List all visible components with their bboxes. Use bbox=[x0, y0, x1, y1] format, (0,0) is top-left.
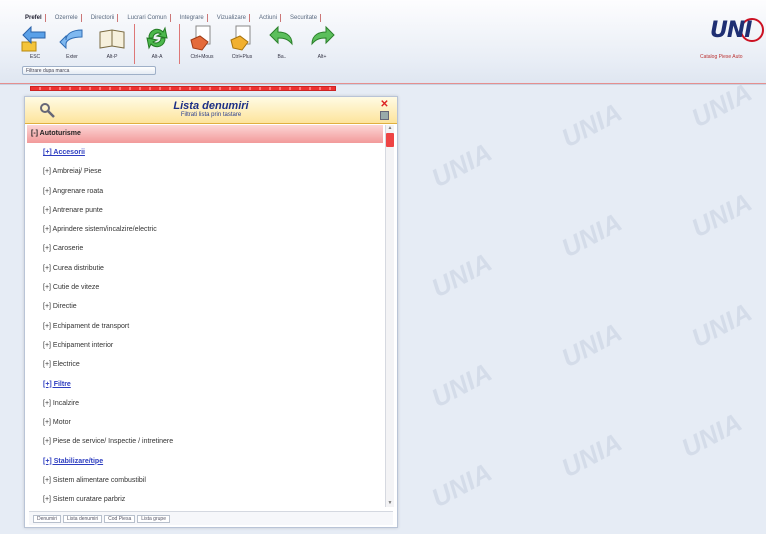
category-autoturisme[interactable]: [-] Autoturisme bbox=[27, 125, 383, 143]
list-item[interactable]: [+] Motor bbox=[43, 413, 383, 432]
watermark: UNIA bbox=[686, 296, 757, 354]
escape-icon bbox=[21, 25, 46, 52]
refresh-icon bbox=[146, 26, 168, 50]
watermark: UNIA bbox=[556, 206, 627, 264]
list-item[interactable]: [+] Accesorii bbox=[43, 143, 383, 162]
list-item[interactable]: [+] Directie bbox=[43, 297, 383, 316]
document-hand-button[interactable]: Ctrl+Mous bbox=[186, 24, 218, 60]
filter-by-brand-button[interactable]: Filtrare dupa marca bbox=[22, 66, 156, 75]
catalog-button[interactable]: Alt-P bbox=[96, 24, 128, 60]
watermark: UNIA bbox=[676, 406, 747, 464]
panel-title: Lista denumiri bbox=[173, 100, 249, 112]
toolbar-separator bbox=[179, 24, 180, 64]
scroll-down-icon[interactable]: ▼ bbox=[386, 500, 394, 507]
ribbon-divider bbox=[0, 83, 766, 84]
list-item[interactable]: [+] Ambreiaj/ Piese bbox=[43, 162, 383, 181]
watermark: UNIA bbox=[686, 186, 757, 244]
panel-header: Lista denumiri Filtrati lista prin tasta… bbox=[25, 97, 397, 124]
ribbon-tabs: Prefel Ozerrele Directorii Lucrari Comun… bbox=[22, 14, 322, 22]
list-item[interactable]: [+] Curea distributie bbox=[43, 259, 383, 278]
watermark: UNIA bbox=[426, 246, 497, 304]
watermark: UNIA bbox=[686, 76, 757, 134]
ribbon-tab-vizualizare[interactable]: Vizualizare bbox=[214, 14, 250, 22]
book-icon bbox=[99, 29, 125, 49]
logo-tagline: Catalog Piese Auto bbox=[700, 54, 743, 60]
scroll-thumb[interactable] bbox=[386, 133, 394, 147]
scroll-up-icon[interactable]: ▲ bbox=[386, 125, 394, 132]
panel-subtitle: Filtrati lista prin tastare bbox=[180, 112, 242, 118]
ribbon-tab-prefel[interactable]: Prefel bbox=[22, 14, 46, 22]
document-add-icon bbox=[230, 25, 251, 51]
name-list-panel: Lista denumiri Filtrati lista prin tasta… bbox=[24, 96, 398, 528]
footer-tab[interactable]: Lista grupe bbox=[137, 514, 170, 523]
watermark: UNIA bbox=[426, 456, 497, 514]
list-item[interactable]: [+] Sistem alimentare combustibil bbox=[43, 471, 383, 490]
watermark: UNIA bbox=[426, 136, 497, 194]
loading-progress-bar bbox=[30, 86, 336, 91]
ribbon-tab-lucrari[interactable]: Lucrari Comun bbox=[124, 14, 171, 22]
footer-tab[interactable]: Cod Piesa bbox=[104, 514, 136, 523]
undo-button[interactable]: Ba.. bbox=[266, 24, 298, 60]
category-list: [+] Accesorii [+] Ambreiaj/ Piese [+] Angr… bbox=[43, 143, 383, 510]
footer-tab[interactable]: Lista denumiri bbox=[63, 514, 103, 523]
list-item[interactable]: [+] Cutie de viteze bbox=[43, 278, 383, 297]
list-item[interactable]: [+] Caroserie bbox=[43, 239, 383, 258]
redo-arrow-icon bbox=[311, 25, 335, 46]
list-item[interactable]: [+] Piese de service/ Inspectie / intret… bbox=[43, 432, 383, 451]
ribbon-toolbar: Prefel Ozerrele Directorii Lucrari Comun… bbox=[0, 0, 766, 85]
watermark: UNIA bbox=[556, 96, 627, 154]
watermark: UNIA bbox=[426, 356, 497, 414]
list-item[interactable]: [+] Filtre bbox=[43, 375, 383, 394]
minimize-icon[interactable] bbox=[380, 111, 389, 120]
back-button[interactable]: Exter bbox=[56, 24, 88, 60]
undo-arrow-icon bbox=[269, 25, 293, 46]
document-add-button[interactable]: Ctrl+Plus bbox=[226, 24, 258, 60]
refresh-button[interactable]: Alt-A bbox=[141, 24, 173, 60]
watermark: UNIA bbox=[556, 426, 627, 484]
ribbon-tab-actiuni[interactable]: Actiuni bbox=[256, 14, 282, 22]
list-item[interactable]: [+] Echipament interior bbox=[43, 336, 383, 355]
vertical-scrollbar[interactable]: ▲ ▼ bbox=[385, 125, 394, 507]
ribbon-tab-securitate[interactable]: Securitate bbox=[287, 14, 322, 22]
panel-footer-tabs: Denumiri Lista denumiri Cod Piesa Lista gru… bbox=[29, 511, 393, 525]
ribbon-tab-ozerrele[interactable]: Ozerrele bbox=[52, 14, 82, 22]
list-item[interactable]: [+] Echipament de transport bbox=[43, 317, 383, 336]
document-hand-icon bbox=[190, 25, 211, 51]
footer-tab[interactable]: Denumiri bbox=[33, 514, 62, 523]
list-item[interactable]: [+] Incalzire bbox=[43, 394, 383, 413]
back-arrow-icon bbox=[59, 29, 83, 50]
logo-text: UNI bbox=[710, 18, 752, 43]
ribbon-tab-directorii[interactable]: Directorii bbox=[88, 14, 119, 22]
toolbar-separator bbox=[134, 24, 135, 64]
list-item[interactable]: [+] Angrenare roata bbox=[43, 182, 383, 201]
list-item[interactable]: [+] Stabilizare/tipe bbox=[43, 452, 383, 471]
toolbar-buttons: ESC Exter Alt-P Alt-A Ctrl+Mous Ctrl+Plu… bbox=[21, 24, 346, 64]
list-item[interactable]: [+] Aprindere sistem/incalzire/electric bbox=[43, 220, 383, 239]
ribbon-tab-integrare[interactable]: Integrare bbox=[177, 14, 208, 22]
watermark: UNIA bbox=[556, 316, 627, 374]
list-item[interactable]: [+] Electrice bbox=[43, 355, 383, 374]
redo-button[interactable]: Alt+ bbox=[306, 24, 338, 60]
app-logo: UNI Catalog Piese Auto bbox=[700, 16, 764, 64]
list-item[interactable]: [+] Antrenare punte bbox=[43, 201, 383, 220]
list-item[interactable]: [+] Sistem curatare parbriz bbox=[43, 490, 383, 509]
escape-button[interactable]: ESC bbox=[21, 24, 48, 60]
close-icon[interactable]: ✕ bbox=[380, 100, 389, 110]
